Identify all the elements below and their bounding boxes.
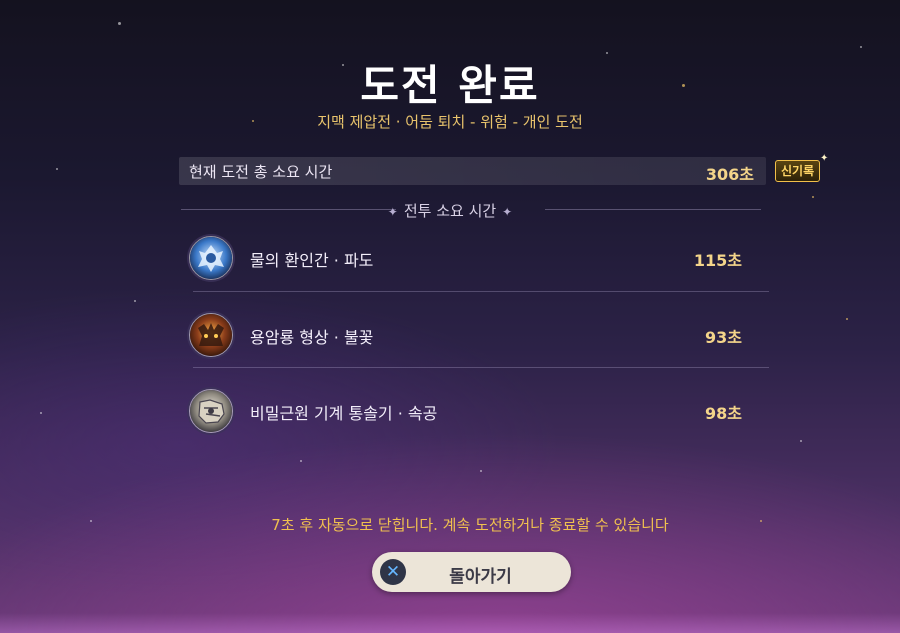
row-divider <box>193 367 769 368</box>
battle-row: 물의 환인간 · 파도 115초 <box>189 236 769 312</box>
sparkle-icon: ✦ <box>387 205 398 219</box>
new-record-badge: 신기록 <box>775 160 821 182</box>
row-divider <box>193 291 769 292</box>
back-button[interactable]: ✕ 돌아가기 <box>372 552 571 592</box>
secret-source-automaton-icon <box>189 389 233 433</box>
lava-dragon-statue-icon <box>189 313 233 357</box>
total-time-label: 현재 도전 총 소요 시간 <box>189 163 333 181</box>
battle-row: 용암룡 형상 · 불꽃 93초 <box>189 313 769 389</box>
back-button-label: 돌아가기 <box>449 567 512 587</box>
challenge-subtitle: 지맥 제압전 · 어둠 퇴치 - 위험 - 개인 도전 <box>317 113 583 131</box>
total-time-value: 306초 <box>705 165 754 184</box>
boss-time: 98초 <box>705 404 742 423</box>
boss-name: 물의 환인간 · 파도 <box>250 251 374 270</box>
sparkle-icon: ✦ <box>502 205 513 219</box>
battle-time-header: ✦ 전투 소요 시간 ✦ <box>0 200 900 221</box>
auto-close-notice: 7초 후 자동으로 닫힙니다. 계속 도전하거나 종료할 수 있습니다 <box>271 516 669 534</box>
battle-time-label: 전투 소요 시간 <box>403 202 497 220</box>
battle-row: 비밀근원 기계 통솔기 · 속공 98초 <box>189 389 769 465</box>
boss-name: 비밀근원 기계 통솔기 · 속공 <box>250 404 438 423</box>
boss-name: 용암룡 형상 · 불꽃 <box>250 328 374 347</box>
boss-time: 115초 <box>693 251 742 270</box>
total-time-row: 현재 도전 총 소요 시간 306초 <box>179 157 766 185</box>
page-title: 도전 완료 <box>360 61 540 110</box>
bottom-glow <box>0 613 900 633</box>
boss-time: 93초 <box>705 328 742 347</box>
water-hypostasis-icon <box>189 236 233 280</box>
sparkle-icon: ✦ <box>820 153 829 164</box>
cross-button-icon: ✕ <box>380 559 406 585</box>
